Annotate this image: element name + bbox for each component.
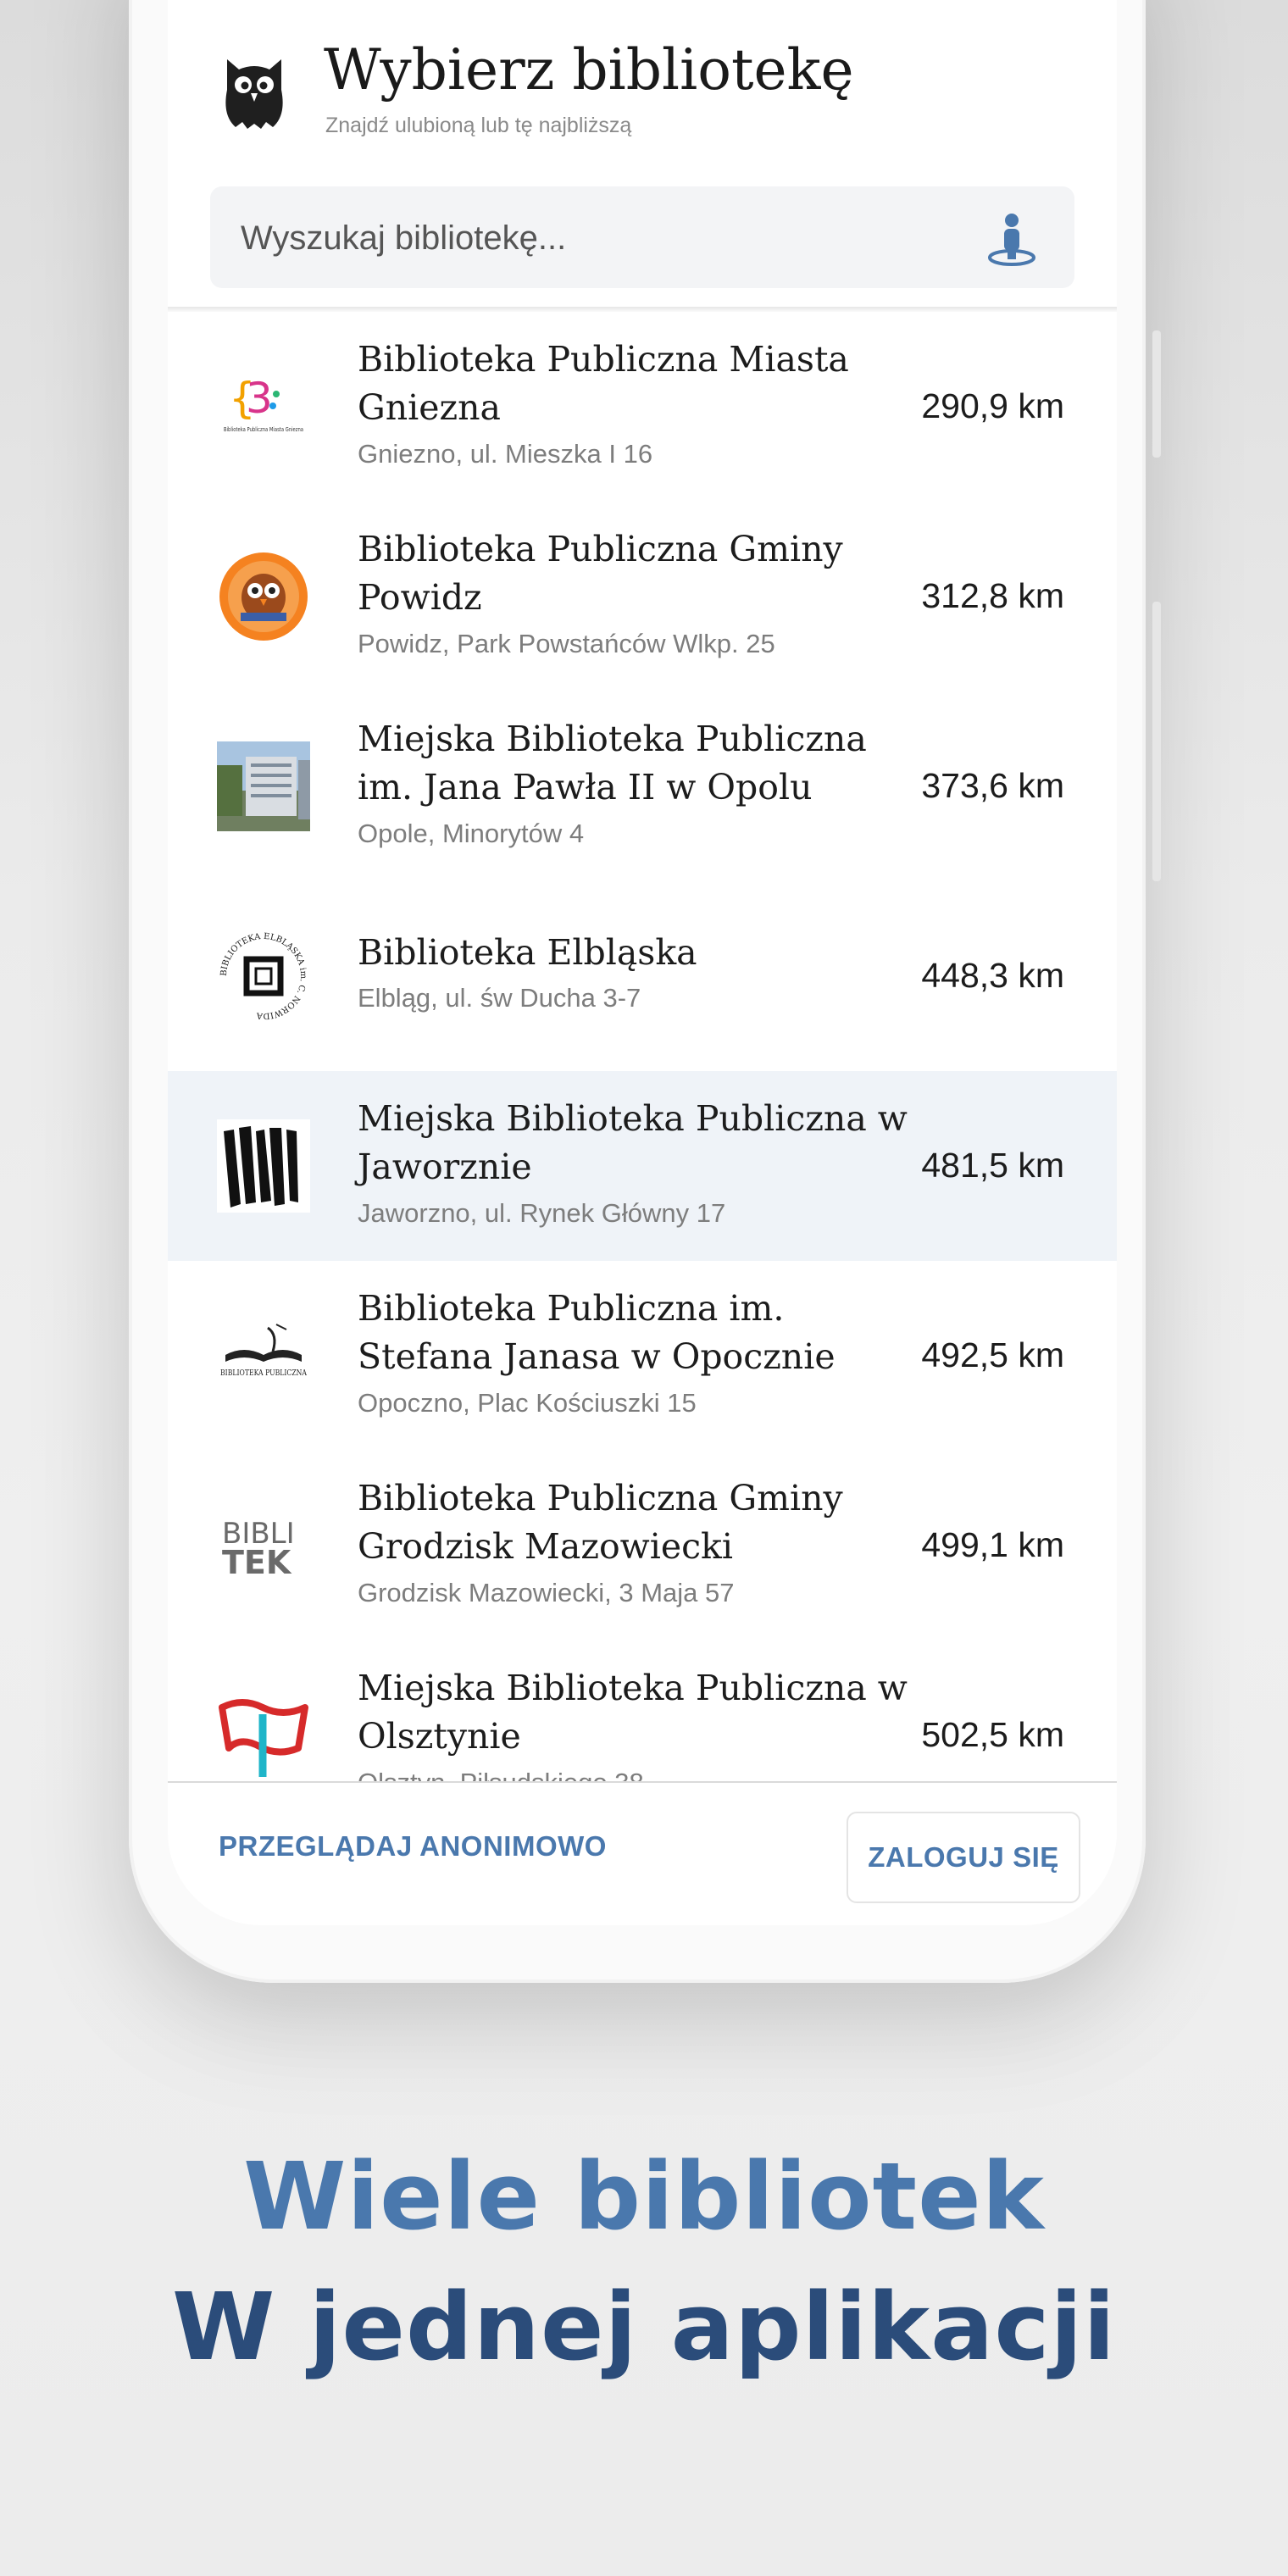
- library-name: Biblioteka Publiczna Gminy Grodzisk Mazo…: [358, 1478, 843, 1567]
- header: Wybierz bibliotekę Znajdź ulubioną lub t…: [168, 0, 1117, 169]
- library-name: Miejska Biblioteka Publiczna w Jaworznie: [358, 1098, 908, 1187]
- jaworzno-stripes: [217, 1119, 310, 1213]
- library-distance: 499,1 km: [921, 1525, 1064, 1564]
- elblag-seal: BIBLIOTEKA ELBLĄSKA im. C. NORWIDA: [219, 932, 308, 1020]
- library-distance: 502,5 km: [921, 1715, 1064, 1754]
- library-distance: 312,8 km: [921, 576, 1064, 615]
- library-distance: 481,5 km: [921, 1146, 1064, 1185]
- library-row[interactable]: BIBLI TEK Biblioteka Publiczna Gminy Gro…: [168, 1451, 1117, 1641]
- svg-text:Biblioteka Publiczna Miasta Gn: Biblioteka Publiczna Miasta Gniezna: [224, 426, 303, 433]
- app-screen: Wybierz bibliotekę Znajdź ulubioną lub t…: [168, 0, 1117, 1925]
- grodzisk-wordmark: BIBLI TEK: [222, 1517, 295, 1581]
- library-address: Powidz, Park Powstańców Wlkp. 25: [358, 629, 775, 658]
- library-distance: 448,3 km: [921, 956, 1064, 995]
- library-distance: 373,6 km: [921, 766, 1064, 805]
- library-address: Grodzisk Mazowiecki, 3 Maja 57: [358, 1578, 735, 1607]
- library-distance: 290,9 km: [921, 386, 1064, 425]
- library-row[interactable]: BIBLIOTEKA PUBLICZNA Biblioteka Publiczn…: [168, 1261, 1117, 1451]
- library-row[interactable]: BIBLIOTEKA ELBLĄSKA im. C. NORWIDA Bibli…: [168, 881, 1117, 1071]
- tagline-line-1: Wiele bibliotek: [243, 2142, 1045, 2251]
- powidz-owl-badge: [219, 552, 308, 641]
- opoczno-book: BIBLIOTEKA PUBLICZNA: [220, 1324, 307, 1378]
- library-name: Biblioteka Publiczna im. Stefana Janasa …: [358, 1288, 836, 1377]
- page-title: Wybierz bibliotekę: [324, 37, 854, 103]
- library-address: Jaworzno, ul. Rynek Główny 17: [358, 1198, 726, 1228]
- library-name: Miejska Biblioteka Publiczna im. Jana Pa…: [358, 719, 867, 808]
- library-address: Gniezno, ul. Mieszka I 16: [358, 439, 653, 469]
- search-input[interactable]: [239, 186, 988, 290]
- library-name: Biblioteka Elbląska: [358, 932, 697, 973]
- library-name: Miejska Biblioteka Publiczna w Olsztynie: [358, 1668, 908, 1757]
- owl-icon: [225, 59, 283, 129]
- svg-text:BIBLIOTEKA PUBLICZNA: BIBLIOTEKA PUBLICZNA: [220, 1369, 307, 1378]
- gniezno-logo: { 3 Biblioteka Publiczna Miasta Gniezna: [224, 374, 303, 433]
- footer-divider: [168, 1781, 1117, 1783]
- browse-anonymously-button[interactable]: PRZEGLĄDAJ ANONIMOWO: [219, 1830, 607, 1863]
- page-subtitle: Znajdź ulubioną lub tę najbliższą: [325, 114, 632, 137]
- library-row-selected[interactable]: Miejska Biblioteka Publiczna w Jaworznie…: [168, 1071, 1117, 1261]
- library-row[interactable]: { 3 Biblioteka Publiczna Miasta Gniezna …: [168, 312, 1117, 502]
- library-row[interactable]: Miejska Biblioteka Publiczna w Olsztynie…: [168, 1641, 1117, 1781]
- login-button[interactable]: ZALOGUJ SIĘ: [847, 1812, 1080, 1903]
- library-address: Opole, Minorytów 4: [358, 819, 585, 848]
- opole-building-photo: [217, 740, 310, 833]
- olsztyn-flag: [219, 1699, 308, 1777]
- library-list[interactable]: { 3 Biblioteka Publiczna Miasta Gniezna …: [168, 312, 1117, 1781]
- library-address: Opoczno, Plac Kościuszki 15: [358, 1388, 697, 1418]
- phone-side-button: [1152, 330, 1161, 458]
- tagline-line-2: W jednej aplikacji: [172, 2273, 1116, 2381]
- library-distance: 492,5 km: [921, 1335, 1064, 1374]
- library-row[interactable]: Miejska Biblioteka Publiczna im. Jana Pa…: [168, 691, 1117, 881]
- library-name: Biblioteka Publiczna Miasta Gniezna: [358, 339, 849, 428]
- phone-volume-button: [1152, 602, 1161, 881]
- person-location-icon[interactable]: [986, 212, 1037, 266]
- library-address: Elbląg, ul. św Ducha 3-7: [358, 983, 641, 1013]
- svg-text:3: 3: [246, 374, 273, 423]
- search-bar: [210, 186, 1074, 290]
- library-name: Biblioteka Publiczna Gminy Powidz: [358, 529, 843, 618]
- library-row[interactable]: Biblioteka Publiczna Gminy Powidz Powidz…: [168, 502, 1117, 691]
- svg-text:TEK: TEK: [222, 1544, 292, 1581]
- svg-text:BIBLIOTEKA ELBLĄSKA im. C. NOR: BIBLIOTEKA ELBLĄSKA im. C. NORWIDA: [219, 932, 308, 1020]
- library-address: Olsztyn, Piłsudskiego 38: [358, 1768, 917, 1781]
